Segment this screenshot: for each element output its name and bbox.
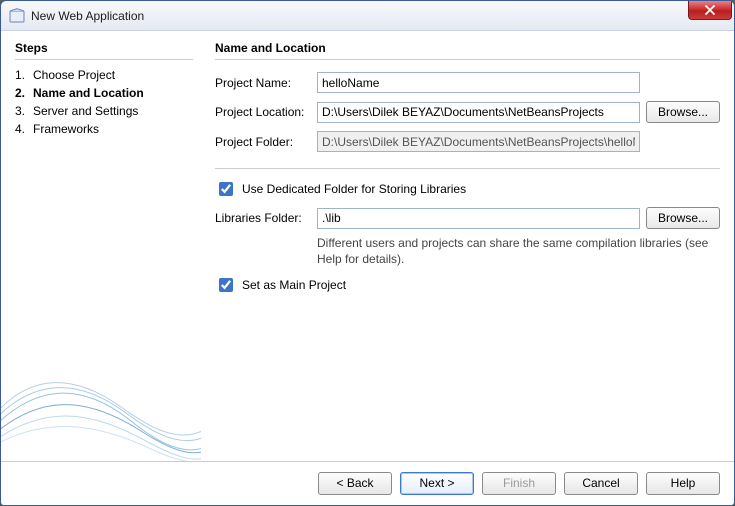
input-project-folder <box>317 131 640 152</box>
input-project-location[interactable] <box>317 102 640 123</box>
cancel-button[interactable]: Cancel <box>564 472 638 495</box>
form-pane: Name and Location Project Name: Project … <box>201 31 734 461</box>
steps-pane: Steps 1.Choose Project 2.Name and Locati… <box>1 31 201 461</box>
dialog-window: New Web Application Steps 1.Choose Proje… <box>0 0 735 506</box>
divider <box>215 168 720 169</box>
input-libraries-folder[interactable] <box>317 208 640 229</box>
step-item: 4.Frameworks <box>15 120 193 138</box>
row-dedicated-folder: Use Dedicated Folder for Storing Librari… <box>215 179 720 199</box>
titlebar[interactable]: New Web Application <box>1 1 734 31</box>
window-title: New Web Application <box>31 9 144 23</box>
label-dedicated-folder: Use Dedicated Folder for Storing Librari… <box>242 182 466 196</box>
row-set-main: Set as Main Project <box>215 275 720 295</box>
step-item-current: 2.Name and Location <box>15 84 193 102</box>
browse-libraries-button[interactable]: Browse... <box>646 207 720 229</box>
input-project-name[interactable] <box>317 72 640 93</box>
browse-location-button[interactable]: Browse... <box>646 101 720 123</box>
step-item: 3.Server and Settings <box>15 102 193 120</box>
close-icon <box>704 5 716 15</box>
finish-button: Finish <box>482 472 556 495</box>
label-project-name: Project Name: <box>215 76 311 90</box>
row-project-folder: Project Folder: <box>215 131 720 152</box>
next-button[interactable]: Next > <box>400 472 474 495</box>
row-libraries-folder: Libraries Folder: Browse... <box>215 207 720 229</box>
decorative-wave <box>1 341 201 461</box>
label-project-location: Project Location: <box>215 105 311 119</box>
hint-text: Different users and projects can share t… <box>317 235 720 267</box>
row-project-location: Project Location: Browse... <box>215 101 720 123</box>
checkbox-dedicated-folder[interactable] <box>219 182 233 196</box>
close-button[interactable] <box>688 1 732 20</box>
form-heading: Name and Location <box>215 41 720 60</box>
app-icon <box>9 8 25 24</box>
label-libraries-folder: Libraries Folder: <box>215 211 311 225</box>
label-project-folder: Project Folder: <box>215 135 311 149</box>
steps-heading: Steps <box>15 41 193 60</box>
back-button[interactable]: < Back <box>318 472 392 495</box>
help-button[interactable]: Help <box>646 472 720 495</box>
step-item: 1.Choose Project <box>15 66 193 84</box>
dialog-body: Steps 1.Choose Project 2.Name and Locati… <box>1 31 734 461</box>
row-project-name: Project Name: <box>215 72 720 93</box>
footer: < Back Next > Finish Cancel Help <box>1 461 734 505</box>
steps-list: 1.Choose Project 2.Name and Location 3.S… <box>15 66 193 138</box>
label-set-main: Set as Main Project <box>242 278 346 292</box>
checkbox-set-main[interactable] <box>219 278 233 292</box>
